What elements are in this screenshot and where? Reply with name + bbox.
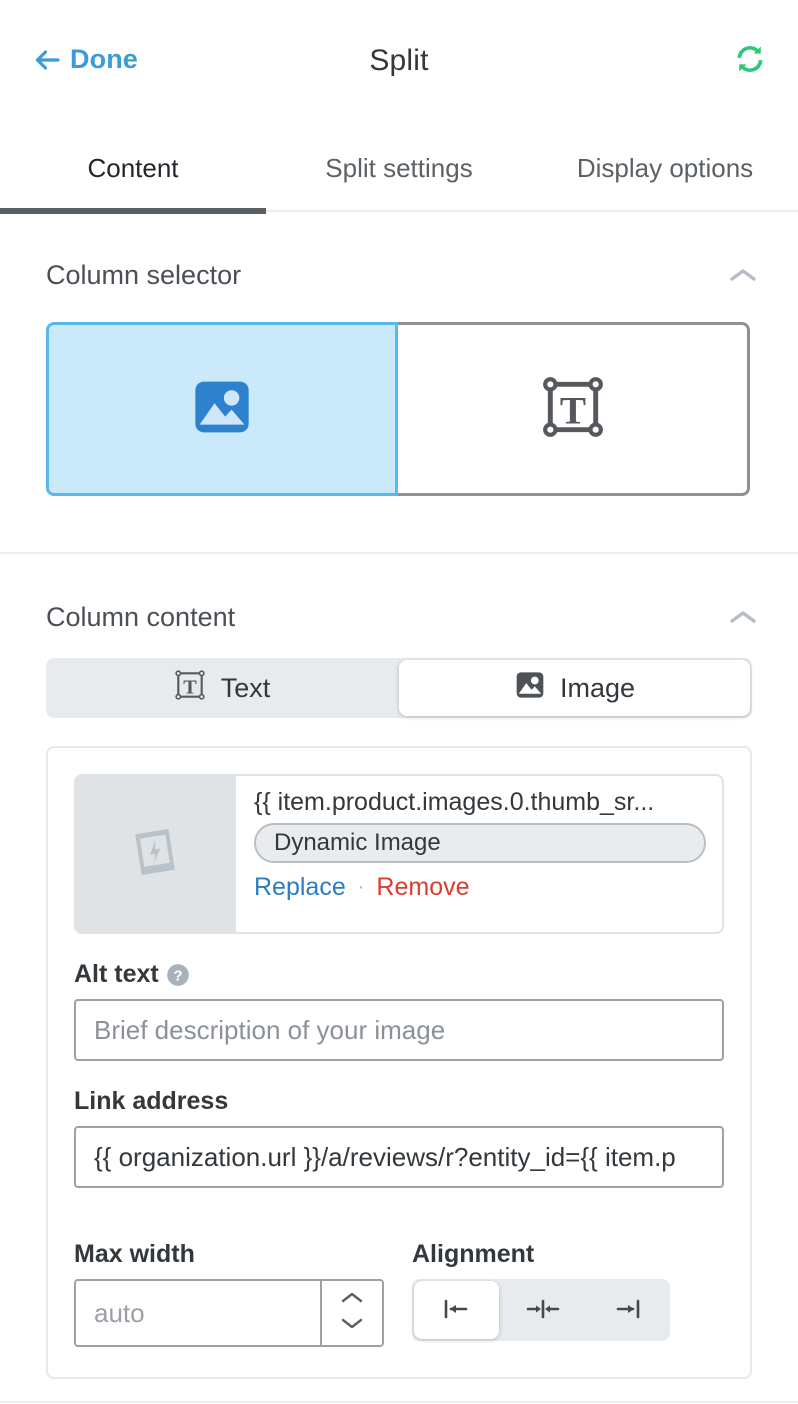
max-width-label: Max width <box>74 1240 195 1268</box>
width-alignment-row: Max width auto Alignment <box>74 1214 724 1347</box>
alt-text-label: Alt text <box>74 960 159 988</box>
column-selector-tiles: T <box>0 304 798 552</box>
alt-text-label-row: Alt text ? <box>74 960 724 989</box>
content-type-text[interactable]: T Text <box>46 658 397 718</box>
tab-display-options[interactable]: Display options <box>532 124 798 212</box>
image-icon <box>514 669 546 708</box>
bottom-divider <box>0 1401 798 1403</box>
refresh-sync-button[interactable] <box>732 42 768 78</box>
action-separator: · <box>357 876 365 898</box>
tab-content[interactable]: Content <box>0 124 266 214</box>
panel-header: Done Split <box>0 0 798 124</box>
image-thumbnail[interactable] <box>76 776 236 932</box>
dynamic-image-badge: Dynamic Image <box>254 823 706 863</box>
text-box-icon: T <box>540 374 606 445</box>
align-left-icon <box>438 1296 474 1325</box>
tab-content-label: Content <box>87 152 179 183</box>
svg-text:?: ? <box>173 967 182 984</box>
column-tile-text[interactable]: T <box>398 322 750 496</box>
image-actions: Replace · Remove <box>254 873 706 902</box>
refresh-sync-icon <box>733 42 767 79</box>
column-selector-title: Column selector <box>46 259 242 290</box>
column-content-title: Column content <box>46 601 236 632</box>
svg-text:T: T <box>183 676 197 698</box>
content-type-image[interactable]: Image <box>399 660 750 716</box>
content-type-toggle: T Text Image <box>46 658 752 718</box>
max-width-input[interactable] <box>76 1281 320 1345</box>
image-icon <box>190 375 254 444</box>
content-type-image-label: Image <box>559 672 636 703</box>
svg-text:T: T <box>559 389 585 432</box>
max-width-group: Max width <box>74 1214 384 1347</box>
remove-image-link[interactable]: Remove <box>376 873 469 902</box>
split-block-editor-panel: Done Split Content Split settings Displa… <box>0 0 798 1404</box>
selected-image-meta: {{ item.product.images.0.thumb_sr... Dyn… <box>236 776 722 932</box>
link-address-input[interactable] <box>74 1126 724 1188</box>
link-address-label-row: Link address <box>74 1087 724 1116</box>
align-center-icon <box>523 1296 563 1325</box>
tab-bar: Content Split settings Display options <box>0 124 798 214</box>
alignment-label: Alignment <box>412 1240 535 1268</box>
chevron-down-icon[interactable] <box>340 1317 364 1335</box>
content-type-text-label: Text <box>220 672 271 703</box>
alignment-button-group <box>412 1279 670 1341</box>
column-tile-image[interactable] <box>46 322 398 496</box>
align-right-button[interactable] <box>585 1279 670 1341</box>
image-settings-card: {{ item.product.images.0.thumb_sr... Dyn… <box>46 746 752 1379</box>
tab-display-options-label: Display options <box>576 152 754 183</box>
replace-image-link[interactable]: Replace <box>254 873 346 902</box>
align-left-button[interactable] <box>414 1281 499 1339</box>
max-width-label-row: Max width <box>74 1240 384 1269</box>
max-width-stepper <box>74 1279 384 1347</box>
column-content-header[interactable]: Column content <box>0 554 798 646</box>
align-center-button[interactable] <box>501 1279 586 1341</box>
help-circle-icon[interactable]: ? <box>165 962 191 988</box>
link-address-label: Link address <box>74 1087 229 1115</box>
dynamic-image-placeholder-icon <box>124 821 186 888</box>
text-box-icon: T <box>173 668 207 709</box>
column-selector-header[interactable]: Column selector <box>0 212 798 304</box>
alignment-label-row: Alignment <box>412 1240 724 1269</box>
tab-split-settings-label: Split settings <box>325 152 473 183</box>
max-width-stepper-buttons[interactable] <box>320 1281 382 1345</box>
chevron-up-icon[interactable] <box>340 1291 364 1309</box>
align-right-icon <box>610 1296 646 1325</box>
tab-split-settings[interactable]: Split settings <box>266 124 532 212</box>
column-content-section: Column content T Text Image {{item.prod… <box>0 554 798 1403</box>
chevron-up-icon[interactable] <box>728 266 758 284</box>
chevron-up-icon[interactable] <box>728 608 758 626</box>
alignment-group: Alignment <box>412 1214 724 1347</box>
column-selector-section: Column selector T <box>0 212 798 552</box>
alt-text-input[interactable] <box>74 999 724 1061</box>
image-source-path: {{ item.product.images.0.thumb_sr... <box>254 788 655 816</box>
selected-image-row: {{ item.product.images.0.thumb_sr... Dyn… <box>74 774 724 934</box>
page-title: Split <box>369 44 429 77</box>
